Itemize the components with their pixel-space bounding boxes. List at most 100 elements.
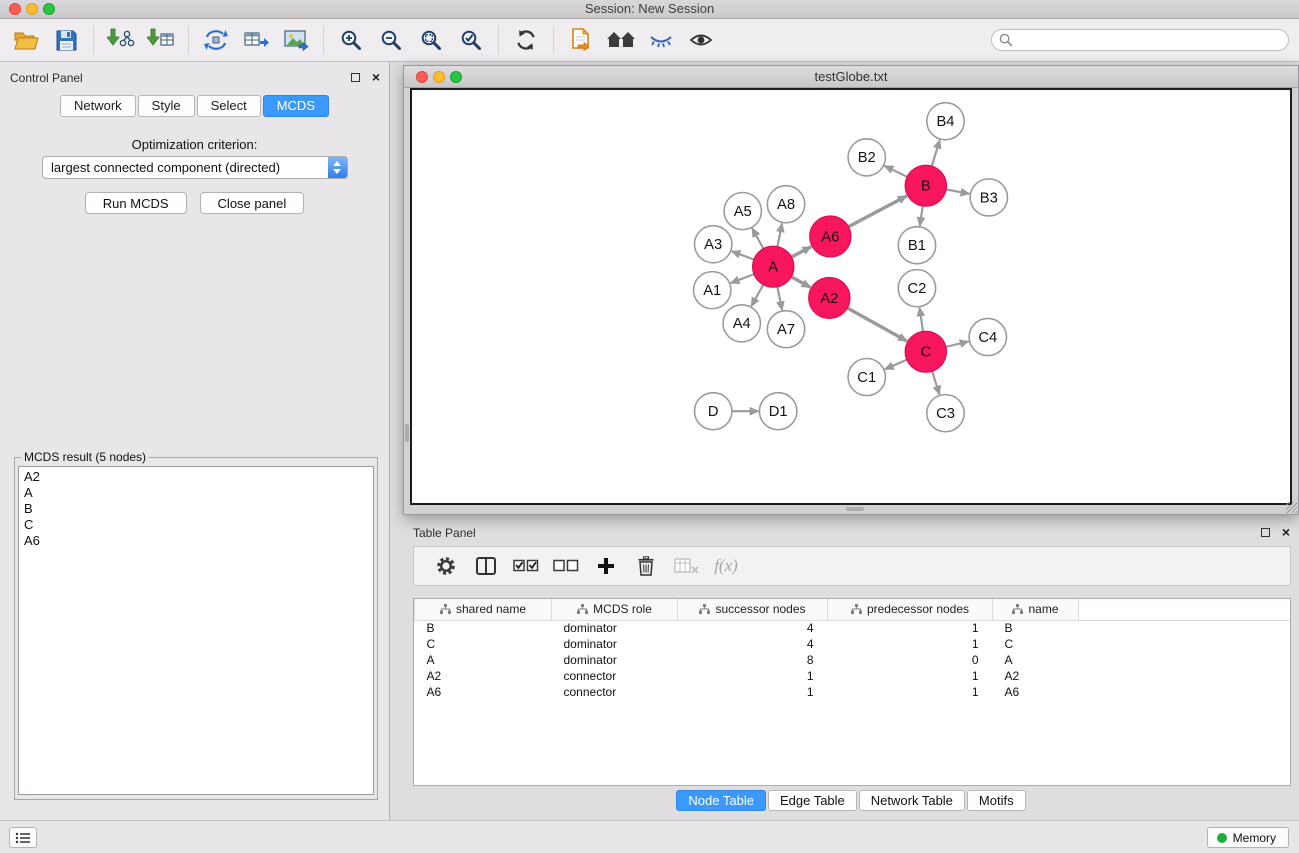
graph-edge-A-A2[interactable] [791, 277, 810, 288]
tab-network-table[interactable]: Network Table [859, 790, 965, 811]
graph-node-A[interactable]: A [753, 246, 794, 287]
graph-node-C[interactable]: C [905, 331, 946, 372]
table-settings-button[interactable] [426, 549, 466, 583]
result-item[interactable]: C [24, 517, 368, 533]
network-window-titlebar[interactable]: testGlobe.txt [404, 66, 1298, 88]
graph-edge-A-A4[interactable] [751, 285, 763, 307]
graph-node-B[interactable]: B [905, 165, 946, 206]
table-row[interactable]: A2connector11A2 [415, 668, 1291, 684]
export-document-button[interactable] [561, 23, 601, 57]
column-header-3[interactable]: predecessor nodes [828, 599, 993, 620]
export-image-button[interactable] [276, 23, 316, 57]
network-maximize-traffic-light[interactable] [450, 71, 462, 83]
graph-edge-A-A6[interactable] [791, 247, 811, 257]
graph-edge-A-A5[interactable] [752, 228, 763, 249]
graph-edge-C-C4[interactable] [946, 342, 969, 347]
graph-node-A8[interactable]: A8 [767, 186, 804, 223]
function-builder-button[interactable]: f(x) [706, 549, 746, 583]
graph-edge-C-C2[interactable] [920, 308, 923, 332]
table-row[interactable]: Bdominator41B [415, 620, 1291, 636]
table-row[interactable]: Adominator80A [415, 652, 1291, 668]
graph-node-C1[interactable]: C1 [848, 358, 885, 395]
delete-table-button[interactable] [666, 549, 706, 583]
delete-column-button[interactable] [626, 549, 666, 583]
graph-node-A4[interactable]: A4 [723, 305, 760, 342]
import-network-button[interactable] [101, 23, 141, 57]
column-header-1[interactable]: MCDS role [552, 599, 678, 620]
horizontal-scrollbar-thumb[interactable] [846, 507, 864, 511]
first-neighbors-button[interactable] [601, 23, 641, 57]
tab-motifs[interactable]: Motifs [967, 790, 1026, 811]
search-box[interactable] [991, 29, 1289, 51]
minimize-traffic-light[interactable] [26, 3, 38, 15]
network-close-traffic-light[interactable] [416, 71, 428, 83]
zoom-in-button[interactable] [331, 23, 371, 57]
graph-edge-A-A1[interactable] [731, 274, 754, 283]
tab-network[interactable]: Network [60, 95, 136, 117]
maximize-traffic-light[interactable] [43, 3, 55, 15]
result-item[interactable]: A6 [24, 533, 368, 549]
table-panel-close-icon[interactable]: × [1282, 526, 1290, 538]
deselect-all-columns-button[interactable] [546, 549, 586, 583]
result-item[interactable]: A [24, 485, 368, 501]
graph-edge-A2-C[interactable] [847, 308, 907, 341]
graph-edge-A6-B[interactable] [849, 196, 907, 227]
window-resize-grip[interactable] [1286, 502, 1297, 513]
graph-edge-B-B2[interactable] [884, 166, 907, 177]
task-history-button[interactable] [9, 827, 37, 848]
select-all-columns-button[interactable] [506, 549, 546, 583]
run-mcds-button[interactable]: Run MCDS [85, 192, 187, 214]
graph-node-A1[interactable]: A1 [694, 272, 731, 309]
memory-button[interactable]: Memory [1207, 827, 1289, 848]
graph-node-C3[interactable]: C3 [927, 395, 964, 432]
zoom-out-button[interactable] [371, 23, 411, 57]
column-header-0[interactable]: shared name [415, 599, 552, 620]
column-header-4[interactable]: name [993, 599, 1079, 620]
tab-edge-table[interactable]: Edge Table [768, 790, 857, 811]
search-input[interactable] [1013, 33, 1288, 47]
vertical-scrollbar-thumb[interactable] [405, 424, 409, 442]
tab-mcds[interactable]: MCDS [263, 95, 329, 117]
graph-edge-C-C3[interactable] [932, 371, 939, 394]
graph-edge-A-A3[interactable] [732, 251, 754, 259]
network-minimize-traffic-light[interactable] [433, 71, 445, 83]
import-table-button[interactable] [141, 23, 181, 57]
graph-node-A5[interactable]: A5 [724, 193, 761, 230]
export-table-button[interactable] [236, 23, 276, 57]
network-graph[interactable]: B4B2BB3A8A5A6B1A3AA1C2A2A4A7C4CC1C3DD1 [412, 90, 1290, 503]
table-row[interactable]: A6connector11A6 [415, 684, 1291, 700]
show-columns-button[interactable] [466, 549, 506, 583]
network-from-selection-button[interactable] [196, 23, 236, 57]
graph-node-A2[interactable]: A2 [809, 277, 850, 318]
control-panel-float-button[interactable] [351, 73, 360, 82]
node-table[interactable]: shared nameMCDS rolesuccessor nodesprede… [413, 598, 1291, 786]
graph-node-B3[interactable]: B3 [970, 179, 1007, 216]
network-canvas[interactable]: B4B2BB3A8A5A6B1A3AA1C2A2A4A7C4CC1C3DD1 [410, 88, 1292, 505]
zoom-fit-button[interactable] [411, 23, 451, 57]
save-session-button[interactable] [46, 23, 86, 57]
result-item[interactable]: B [24, 501, 368, 517]
graph-node-D1[interactable]: D1 [759, 393, 796, 430]
graph-node-B2[interactable]: B2 [848, 139, 885, 176]
criterion-dropdown[interactable]: largest connected component (directed) [42, 156, 348, 179]
table-panel-float-button[interactable] [1261, 528, 1270, 537]
graph-edge-A-A7[interactable] [777, 287, 782, 310]
graph-edge-A-A8[interactable] [777, 223, 782, 246]
show-details-button[interactable] [681, 23, 721, 57]
graph-edge-C-C1[interactable] [885, 360, 907, 369]
graph-node-B4[interactable]: B4 [927, 103, 964, 140]
graph-node-C4[interactable]: C4 [969, 318, 1006, 355]
mcds-result-list[interactable]: A2ABCA6 [18, 466, 374, 795]
hide-details-button[interactable] [641, 23, 681, 57]
zoom-selected-button[interactable] [451, 23, 491, 57]
close-traffic-light[interactable] [9, 3, 21, 15]
graph-edge-B-B1[interactable] [920, 206, 923, 226]
graph-node-C2[interactable]: C2 [898, 270, 935, 307]
close-panel-button[interactable]: Close panel [200, 192, 305, 214]
table-row[interactable]: Cdominator41C [415, 636, 1291, 652]
graph-node-D[interactable]: D [694, 393, 731, 430]
tab-style[interactable]: Style [138, 95, 195, 117]
create-column-button[interactable] [586, 549, 626, 583]
result-item[interactable]: A2 [24, 469, 368, 485]
graph-edge-B-B3[interactable] [946, 189, 969, 193]
